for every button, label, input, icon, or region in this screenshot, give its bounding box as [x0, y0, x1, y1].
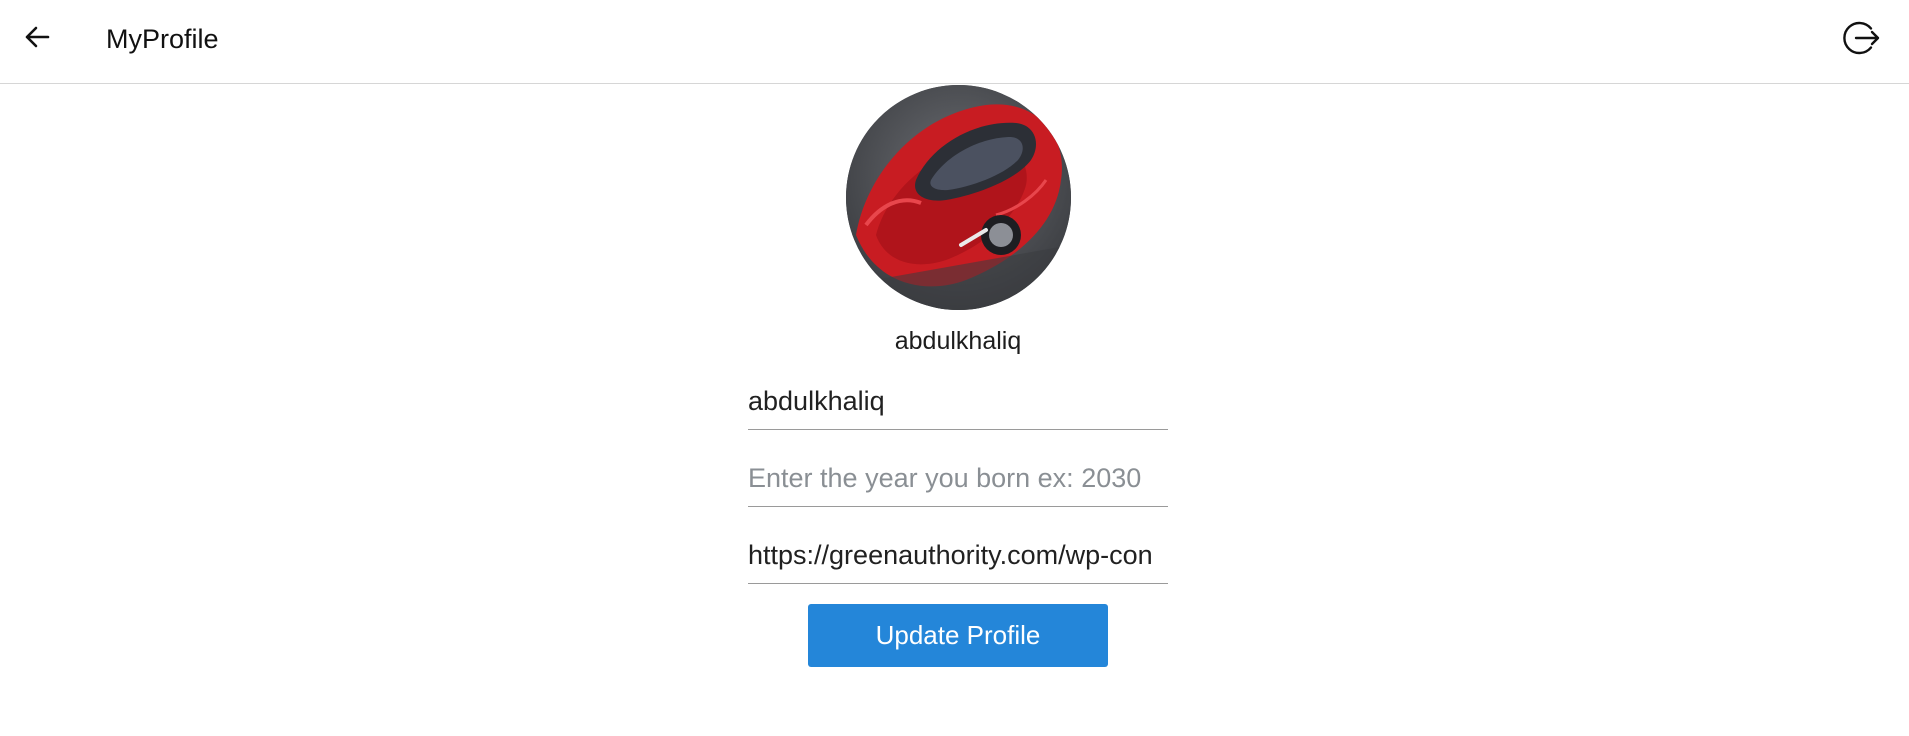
username-field[interactable] [748, 374, 1168, 428]
logout-button[interactable] [1840, 17, 1882, 59]
profile-username: abdulkhaliq [894, 327, 1022, 355]
username-field-wrapper [748, 374, 1168, 430]
avatar-url-field[interactable] [748, 528, 1168, 582]
page-title: MyProfile [106, 24, 219, 54]
birth-year-field-wrapper [748, 451, 1168, 507]
avatar-url-field-wrapper [748, 528, 1168, 584]
update-profile-button[interactable]: Update Profile [808, 604, 1108, 667]
logout-icon [1843, 21, 1880, 55]
arrow-left-icon [25, 26, 50, 48]
avatar[interactable] [846, 85, 1071, 310]
car-avatar-image [846, 85, 1071, 310]
birth-year-field[interactable] [748, 451, 1168, 505]
profile-main: abdulkhaliq Update Profile [0, 84, 1909, 736]
back-button[interactable] [20, 20, 54, 54]
app-bar: MyProfile [0, 0, 1909, 84]
